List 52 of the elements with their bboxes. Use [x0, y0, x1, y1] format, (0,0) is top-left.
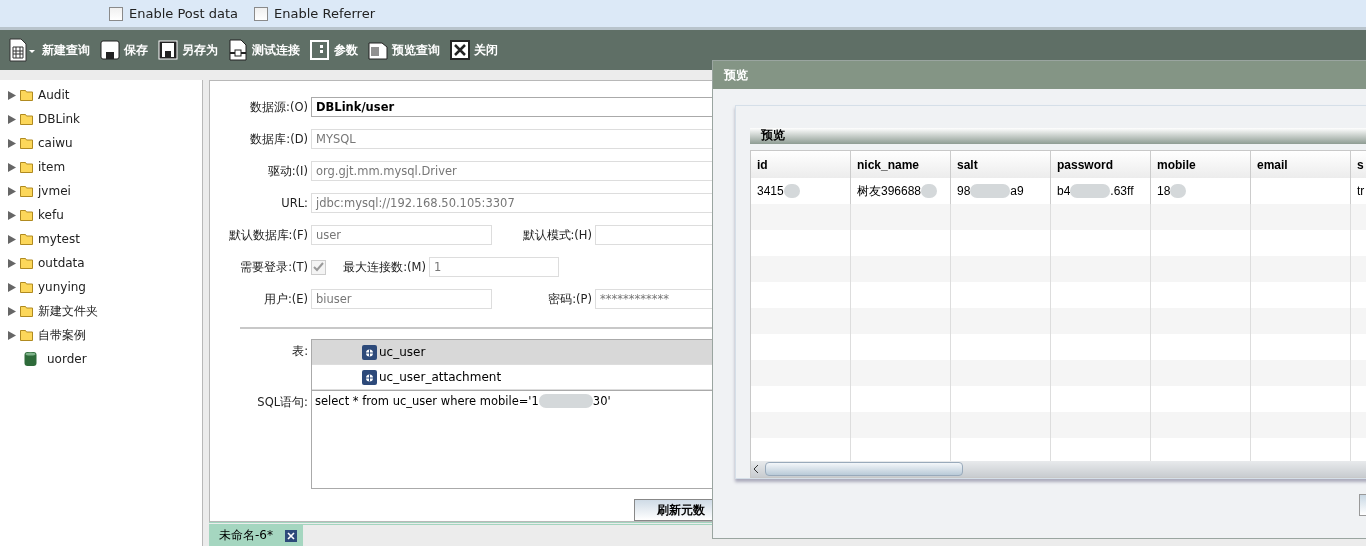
- tree-item[interactable]: uorder: [41, 352, 87, 366]
- field-label: SQL语句:: [256, 394, 309, 410]
- toolbar-button[interactable]: 另存为: [158, 39, 218, 61]
- tree-item[interactable]: item: [38, 160, 66, 174]
- section-header: 预览: [750, 128, 1366, 144]
- field-label: 最大连接数:(M): [342, 259, 427, 275]
- column-header[interactable]: id: [751, 151, 851, 178]
- checkbox-label: Enable Referrer: [274, 6, 375, 21]
- field-label: 默认数据库:(F): [227, 227, 309, 243]
- column-header[interactable]: salt: [951, 151, 1051, 178]
- tree-item[interactable]: 新建文件夹: [38, 302, 98, 320]
- tree-item[interactable]: 自带案例: [38, 326, 86, 344]
- field-label: 默认模式:(H): [521, 227, 593, 243]
- cell-text: b4: [1057, 184, 1071, 198]
- toolbar-button[interactable]: 保存: [100, 39, 148, 61]
- cell-text: 98: [957, 184, 971, 198]
- document-tab[interactable]: 未命名-6*: [209, 525, 303, 546]
- toolbar-button[interactable]: 新建查询: [8, 38, 90, 62]
- field-label: 驱动:(I): [266, 163, 309, 179]
- tree-item[interactable]: caiwu: [38, 136, 73, 150]
- column-header[interactable]: nick_name: [851, 151, 951, 178]
- toolbar-button[interactable]: 关闭: [450, 39, 498, 61]
- column-header[interactable]: mobile: [1151, 151, 1251, 178]
- cell-text: 树友396688: [857, 182, 922, 200]
- tree-item[interactable]: Audit: [38, 88, 70, 102]
- field-label: 需要登录:(T): [239, 259, 309, 275]
- field-label: 数据库:(D): [249, 131, 309, 147]
- field-label: URL:: [280, 196, 309, 210]
- toolbar-button[interactable]: 测试连接: [228, 39, 300, 61]
- tree-item[interactable]: yunying: [38, 280, 86, 294]
- cell-text: 30': [592, 394, 611, 408]
- checkbox-label: Enable Post data: [129, 6, 239, 21]
- column-header[interactable]: email: [1251, 151, 1351, 178]
- field-label: 用户:(E): [262, 291, 309, 307]
- cell-text: select * from uc_user where mobile='1: [315, 394, 539, 408]
- cell-text: .63ff: [1110, 184, 1134, 198]
- field-label: 表:: [291, 343, 309, 359]
- cell-text: tr: [1357, 184, 1365, 198]
- cell-text: a9: [1010, 184, 1024, 198]
- field-label: 密码:(P): [547, 291, 593, 307]
- tree-item[interactable]: kefu: [38, 208, 64, 222]
- tree-item[interactable]: outdata: [38, 256, 85, 270]
- column-header[interactable]: password: [1051, 151, 1151, 178]
- tree-item[interactable]: mytest: [38, 232, 80, 246]
- cell-text: 18: [1157, 184, 1171, 198]
- tree-item[interactable]: jvmei: [38, 184, 71, 198]
- tree-item[interactable]: DBLink: [38, 112, 81, 126]
- toolbar-button[interactable]: 预览查询: [368, 39, 440, 61]
- field-label: 数据源:(O): [249, 99, 309, 115]
- dialog-title: 预览: [713, 61, 1366, 89]
- cell-text: 3415: [757, 184, 784, 198]
- toolbar-button[interactable]: 参数: [310, 39, 358, 61]
